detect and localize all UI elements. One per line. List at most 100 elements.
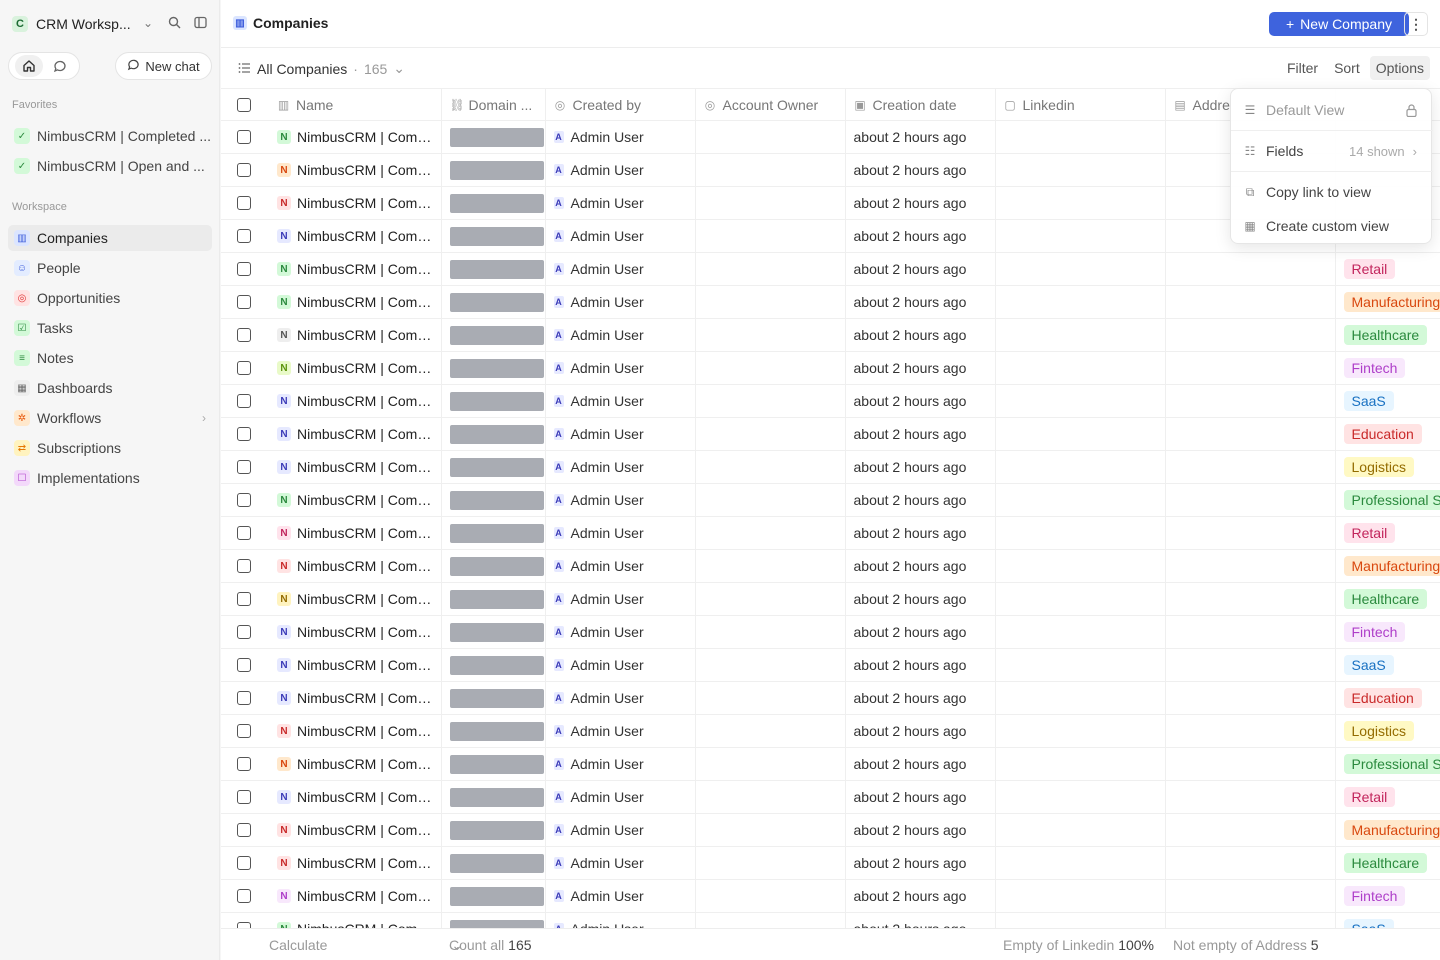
industry-cell[interactable]: Logistics <box>1335 714 1440 748</box>
industry-cell[interactable]: Education <box>1335 417 1440 451</box>
name-cell[interactable]: N NimbusCRM | Compan... <box>269 384 442 418</box>
account-owner-cell[interactable] <box>695 318 846 352</box>
created-by-cell[interactable]: A Admin User <box>545 747 696 781</box>
chevron-right-icon[interactable]: › <box>202 411 206 425</box>
linkedin-cell[interactable] <box>995 879 1166 913</box>
address-cell[interactable] <box>1165 648 1336 682</box>
account-owner-cell[interactable] <box>695 384 846 418</box>
row-checkbox[interactable] <box>237 361 251 375</box>
domain-cell[interactable] <box>441 186 546 220</box>
linkedin-cell[interactable] <box>995 285 1166 319</box>
created-by-cell[interactable]: A Admin User <box>545 582 696 616</box>
creation-date-cell[interactable]: about 2 hours ago <box>845 648 996 682</box>
created-by-cell[interactable]: A Admin User <box>545 681 696 715</box>
row-checkbox[interactable] <box>237 691 251 705</box>
account-owner-cell[interactable] <box>695 351 846 385</box>
account-owner-cell[interactable] <box>695 879 846 913</box>
domain-cell[interactable] <box>441 747 546 781</box>
domain-cell[interactable] <box>441 318 546 352</box>
industry-tag[interactable]: Manufacturing <box>1343 292 1440 312</box>
creation-date-cell[interactable]: about 2 hours ago <box>845 285 996 319</box>
industry-tag[interactable]: Healthcare <box>1343 853 1428 873</box>
created-by-cell[interactable]: A Admin User <box>545 780 696 814</box>
account-owner-cell[interactable] <box>695 615 846 649</box>
account-owner-cell[interactable] <box>695 483 846 517</box>
company-name[interactable]: NimbusCRM | Compan... <box>297 228 433 244</box>
created-by-cell[interactable]: A Admin User <box>545 648 696 682</box>
created-by-cell[interactable]: A Admin User <box>545 153 696 187</box>
favorite-item-open[interactable]: ✓ NimbusCRM | Open and ... <box>8 153 212 179</box>
name-cell[interactable]: N NimbusCRM | Compan... <box>269 912 442 928</box>
account-owner-cell[interactable] <box>695 417 846 451</box>
industry-cell[interactable]: Logistics <box>1335 450 1440 484</box>
table-row[interactable]: N NimbusCRM | Compan... A Admin User abo… <box>221 417 1440 451</box>
sidebar-item-implementations[interactable]: ☐ Implementations <box>8 465 212 491</box>
linkedin-cell[interactable] <box>995 813 1166 847</box>
column-header-created-by[interactable]: ◎ Created by <box>545 88 696 121</box>
row-checkbox[interactable] <box>237 130 251 144</box>
name-cell[interactable]: N NimbusCRM | Compan... <box>269 351 442 385</box>
account-owner-cell[interactable] <box>695 813 846 847</box>
domain-cell[interactable] <box>441 285 546 319</box>
address-cell[interactable] <box>1165 285 1336 319</box>
fields-item[interactable]: ☷ Fields 14 shown › <box>1235 136 1429 166</box>
address-cell[interactable] <box>1165 681 1336 715</box>
domain-cell[interactable] <box>441 252 546 286</box>
account-owner-cell[interactable] <box>695 285 846 319</box>
linkedin-cell[interactable] <box>995 747 1166 781</box>
row-checkbox[interactable] <box>237 724 251 738</box>
company-name[interactable]: NimbusCRM | Compan... <box>297 327 433 343</box>
industry-cell[interactable]: Education <box>1335 681 1440 715</box>
address-cell[interactable] <box>1165 252 1336 286</box>
row-checkbox[interactable] <box>237 889 251 903</box>
name-cell[interactable]: N NimbusCRM | Compan... <box>269 747 442 781</box>
address-cell[interactable] <box>1165 417 1336 451</box>
row-checkbox[interactable] <box>237 790 251 804</box>
linkedin-cell[interactable] <box>995 648 1166 682</box>
company-name[interactable]: NimbusCRM | Compan... <box>297 558 433 574</box>
name-cell[interactable]: N NimbusCRM | Compan... <box>269 186 442 220</box>
name-cell[interactable]: N NimbusCRM | Compan... <box>269 681 442 715</box>
domain-cell[interactable] <box>441 351 546 385</box>
row-checkbox[interactable] <box>237 493 251 507</box>
account-owner-cell[interactable] <box>695 714 846 748</box>
company-name[interactable]: NimbusCRM | Compan... <box>297 360 433 376</box>
company-name[interactable]: NimbusCRM | Compan... <box>297 129 433 145</box>
creation-date-cell[interactable]: about 2 hours ago <box>845 516 996 550</box>
sidebar-item-subscriptions[interactable]: ⇄ Subscriptions <box>8 435 212 461</box>
table-row[interactable]: N NimbusCRM | Compan... A Admin User abo… <box>221 582 1440 616</box>
sidebar-item-tasks[interactable]: ☑ Tasks <box>8 315 212 341</box>
account-owner-cell[interactable] <box>695 186 846 220</box>
table-row[interactable]: N NimbusCRM | Compan... A Admin User abo… <box>221 450 1440 484</box>
domain-cell[interactable] <box>441 582 546 616</box>
new-company-button[interactable]: + New Company <box>1269 12 1409 36</box>
row-checkbox[interactable] <box>237 196 251 210</box>
home-icon[interactable] <box>14 55 43 77</box>
name-cell[interactable]: N NimbusCRM | Compan... <box>269 780 442 814</box>
sidebar-item-workflows[interactable]: ✲ Workflows › <box>8 405 212 431</box>
table-row[interactable]: N NimbusCRM | Compan... A Admin User abo… <box>221 681 1440 715</box>
row-checkbox[interactable] <box>237 460 251 474</box>
domain-cell[interactable] <box>441 219 546 253</box>
address-cell[interactable] <box>1165 846 1336 880</box>
created-by-cell[interactable]: A Admin User <box>545 318 696 352</box>
address-cell[interactable] <box>1165 813 1336 847</box>
account-owner-cell[interactable] <box>695 252 846 286</box>
account-owner-cell[interactable] <box>695 780 846 814</box>
domain-cell[interactable] <box>441 615 546 649</box>
linkedin-cell[interactable] <box>995 912 1166 928</box>
domain-cell[interactable] <box>441 780 546 814</box>
account-owner-cell[interactable] <box>695 450 846 484</box>
table-row[interactable]: N NimbusCRM | Compan... A Admin User abo… <box>221 384 1440 418</box>
domain-cell[interactable] <box>441 879 546 913</box>
industry-cell[interactable]: Fintech <box>1335 879 1440 913</box>
company-name[interactable]: NimbusCRM | Compan... <box>297 525 433 541</box>
favorite-item-completed[interactable]: ✓ NimbusCRM | Completed ... <box>8 123 212 149</box>
industry-cell[interactable]: Manufacturing <box>1335 549 1440 583</box>
creation-date-cell[interactable]: about 2 hours ago <box>845 879 996 913</box>
address-aggregate[interactable]: Not empty of Address 5 <box>1173 937 1319 953</box>
domain-cell[interactable] <box>441 483 546 517</box>
address-cell[interactable] <box>1165 351 1336 385</box>
created-by-cell[interactable]: A Admin User <box>545 450 696 484</box>
creation-date-cell[interactable]: about 2 hours ago <box>845 582 996 616</box>
